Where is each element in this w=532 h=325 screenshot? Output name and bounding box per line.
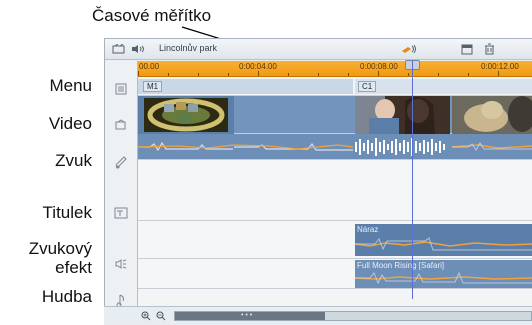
label-hudba: Hudba xyxy=(41,287,92,306)
label-zvukovy: Zvukový xyxy=(28,239,92,258)
trash-icon[interactable] xyxy=(481,42,497,56)
scroll-thumb[interactable]: • • • xyxy=(175,312,325,320)
razor-icon[interactable] xyxy=(401,42,417,56)
sound-effect-icon[interactable] xyxy=(111,255,131,272)
baby-thumbnail xyxy=(355,96,450,134)
scroll-grip-icon: • • • xyxy=(241,312,253,319)
video-track[interactable] xyxy=(138,96,532,134)
label-video: Video xyxy=(48,114,92,133)
timeline-toolbar: Lincolnův park xyxy=(105,39,532,60)
sound-effect-track[interactable]: Náraz xyxy=(138,221,532,259)
video-clip-bear[interactable] xyxy=(452,96,532,134)
horizontal-scrollbar[interactable]: ◀ • • • xyxy=(174,311,532,321)
chapter-marker[interactable]: C1 xyxy=(358,81,377,92)
menu-marker[interactable]: M1 xyxy=(143,81,163,92)
sound-effect-clip[interactable]: Náraz xyxy=(355,224,532,256)
audio-track[interactable] xyxy=(138,134,532,160)
timeline-footer: ◀ • • • xyxy=(104,306,532,325)
label-efekt: efekt xyxy=(55,258,92,277)
project-name: Lincolnův park xyxy=(159,43,218,53)
ruler-label-8: 0:00:08.00 xyxy=(360,62,398,71)
video-clip-baby[interactable] xyxy=(355,96,450,134)
timeline-tracks[interactable]: M1 C1 Náraz Full Moon Rising [Safari] xyxy=(138,77,532,321)
label-menu: Menu xyxy=(49,76,92,95)
film-track-icon[interactable] xyxy=(110,42,126,56)
window-icon[interactable] xyxy=(459,42,475,56)
music-clip[interactable]: Full Moon Rising [Safari] xyxy=(355,260,532,288)
video-icon[interactable] xyxy=(111,116,131,133)
track-headers xyxy=(105,61,138,325)
ruler-label-0: 00.00 xyxy=(139,62,160,71)
timeline-panel: Lincolnův park 00.00 0:00:04.00 0:00:08.… xyxy=(104,38,532,325)
menu-thumbnail xyxy=(144,98,228,132)
title-icon[interactable] xyxy=(111,204,131,221)
timeline-ruler[interactable]: 00.00 0:00:04.00 0:00:08.00 0:00:12.00 xyxy=(138,61,532,77)
playhead-line[interactable] xyxy=(412,60,413,299)
sound-effect-waveform xyxy=(355,237,532,251)
zoom-out-icon[interactable] xyxy=(155,310,167,322)
menu-track[interactable]: M1 C1 xyxy=(138,77,532,96)
music-waveform xyxy=(355,271,532,285)
chapter-clip-bar[interactable] xyxy=(355,79,532,94)
audio-waveform xyxy=(138,138,532,156)
label-zvuk: Zvuk xyxy=(55,151,92,170)
ruler-label-4: 0:00:04.00 xyxy=(239,62,277,71)
zoom-in-icon[interactable] xyxy=(140,310,152,322)
video-clip-menu[interactable] xyxy=(138,96,234,134)
bear-thumbnail xyxy=(452,96,532,134)
music-track[interactable]: Full Moon Rising [Safari] xyxy=(138,259,532,289)
speaker-icon[interactable] xyxy=(130,42,146,56)
label-titulek: Titulek xyxy=(42,203,92,222)
menu-icon[interactable] xyxy=(111,80,131,97)
title-track[interactable] xyxy=(138,160,532,221)
audio-icon[interactable] xyxy=(111,154,131,171)
menu-clip-bar[interactable] xyxy=(138,79,353,94)
ruler-label-12: 0:00:12.00 xyxy=(481,62,519,71)
